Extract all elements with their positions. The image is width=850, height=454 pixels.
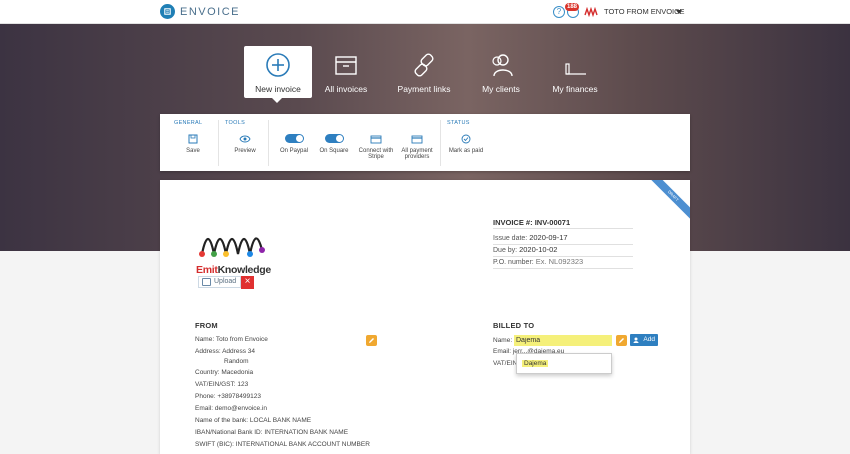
divider [218, 120, 219, 166]
all-payment-providers-button[interactable]: All payment providers [397, 134, 437, 160]
finance-bars-icon [565, 63, 586, 75]
toggle-switch[interactable] [324, 134, 344, 143]
from-address: Address: Address 34 [195, 348, 255, 355]
from-vat: VAT/EIN/GST: 123 [195, 381, 249, 388]
client-autocomplete-dropdown: Dajema [516, 353, 612, 374]
toggle-switch[interactable] [284, 134, 304, 143]
company-logo-icon [199, 237, 265, 257]
from-name: Name: Toto from Envoice [195, 336, 268, 343]
paypal-toggle[interactable]: On Paypal [277, 134, 311, 154]
pencil-icon [619, 338, 624, 343]
from-title: FROM [195, 321, 218, 330]
card-icon [370, 135, 382, 144]
nav-label: All invoices [324, 84, 368, 94]
from-iban: IBAN/National Bank ID: INTERNATION BANK … [195, 429, 349, 436]
section-tools: TOOLS [225, 120, 246, 126]
from-address-2: Random [224, 358, 249, 365]
nav-new-invoice[interactable]: New invoice [244, 46, 312, 103]
users-icon [492, 54, 513, 77]
app-logo[interactable]: ENVOICE [160, 4, 240, 19]
edit-client-button[interactable] [616, 335, 627, 346]
company-logo-text: EmitKnowledge [196, 264, 271, 276]
divider [268, 120, 269, 166]
inbox-icon [335, 56, 357, 75]
billed-name-input[interactable] [514, 335, 612, 346]
add-user-icon [633, 337, 639, 343]
from-swift: SWIFT (BIC): INTERNATIONAL BANK ACCOUNT … [195, 441, 370, 448]
preview-label: Preview [234, 148, 256, 154]
connect-stripe-button[interactable]: Connect with Stripe [355, 134, 397, 160]
image-icon [202, 278, 211, 286]
save-button[interactable]: Save [178, 134, 208, 154]
paypal-label: On Paypal [279, 148, 309, 154]
providers-label-2: providers [404, 154, 430, 160]
invoice-toolbar: GENERAL TOOLS STATUS Save Preview On Pay… [160, 114, 690, 171]
remove-logo-button[interactable]: × [241, 276, 254, 289]
mark-as-paid-button[interactable]: Mark as paid [446, 134, 486, 154]
from-bank: Name of the bank: LOCAL BANK NAME [195, 417, 312, 424]
upload-logo-button[interactable]: Upload [198, 276, 242, 288]
save-icon [188, 134, 198, 144]
po-number-field[interactable]: P.O. number: Ex. NL092323 [493, 257, 633, 269]
nav-my-clients[interactable]: My clients [467, 46, 535, 98]
from-email: Email: demo@envoice.in [195, 405, 267, 412]
nav-label: My finances [552, 84, 598, 94]
plus-circle-icon [266, 53, 290, 77]
nav-label: My clients [482, 84, 520, 94]
edit-from-button[interactable] [366, 335, 377, 346]
due-date-field[interactable]: Due by: 2020-10-02 [493, 245, 633, 257]
nav-label: Payment links [397, 84, 451, 94]
preview-button[interactable]: Preview [230, 134, 260, 154]
card-icon [411, 135, 423, 144]
from-country: Country: Macedonia [195, 369, 254, 376]
link-icon [414, 53, 434, 77]
billed-name-label: Name: [493, 337, 513, 344]
save-label: Save [186, 148, 200, 154]
nav-all-invoices[interactable]: All invoices [312, 46, 380, 98]
add-label: Add [643, 336, 655, 343]
user-name[interactable]: TOTO FROM ENVOICE [604, 7, 685, 16]
billed-to-title: BILLED TO [493, 321, 535, 330]
company-logo-icon [584, 7, 598, 17]
invoice-paper: DRAFT EmitKnowledge R...................… [160, 180, 690, 454]
top-bar: ENVOICE ? 188 TOTO FROM ENVOICE [0, 0, 850, 24]
from-phone: Phone: +38978499123 [195, 393, 261, 400]
chevron-down-icon[interactable] [676, 10, 682, 14]
draft-ribbon: DRAFT [648, 180, 690, 221]
app-title: ENVOICE [180, 5, 241, 18]
notification-badge: 188 [565, 3, 580, 11]
nav-my-finances[interactable]: My finances [541, 46, 609, 98]
invoice-number: INVOICE #: INV-00071 [493, 218, 571, 227]
pencil-icon [369, 338, 374, 343]
section-status: STATUS [447, 120, 470, 126]
issue-date-field[interactable]: Issue date: 2020-09-17 [493, 233, 633, 245]
help-icon[interactable]: ? [553, 6, 565, 18]
section-general: GENERAL [174, 120, 203, 126]
square-label: On Square [319, 148, 349, 154]
eye-icon [239, 135, 251, 143]
envoice-logo-icon [160, 4, 175, 19]
autocomplete-option[interactable]: Dajema [522, 360, 549, 367]
add-client-button[interactable]: Add [630, 334, 658, 346]
mark-paid-label: Mark as paid [448, 148, 484, 154]
check-circle-icon [461, 134, 471, 144]
nav-label: New invoice [255, 84, 301, 94]
upload-label: Upload [214, 278, 237, 285]
nav-payment-links[interactable]: Payment links [390, 46, 458, 98]
divider [440, 120, 441, 166]
square-toggle[interactable]: On Square [317, 134, 351, 154]
divider [493, 228, 633, 229]
close-icon: × [244, 276, 251, 287]
stripe-label-2: Stripe [368, 154, 384, 160]
